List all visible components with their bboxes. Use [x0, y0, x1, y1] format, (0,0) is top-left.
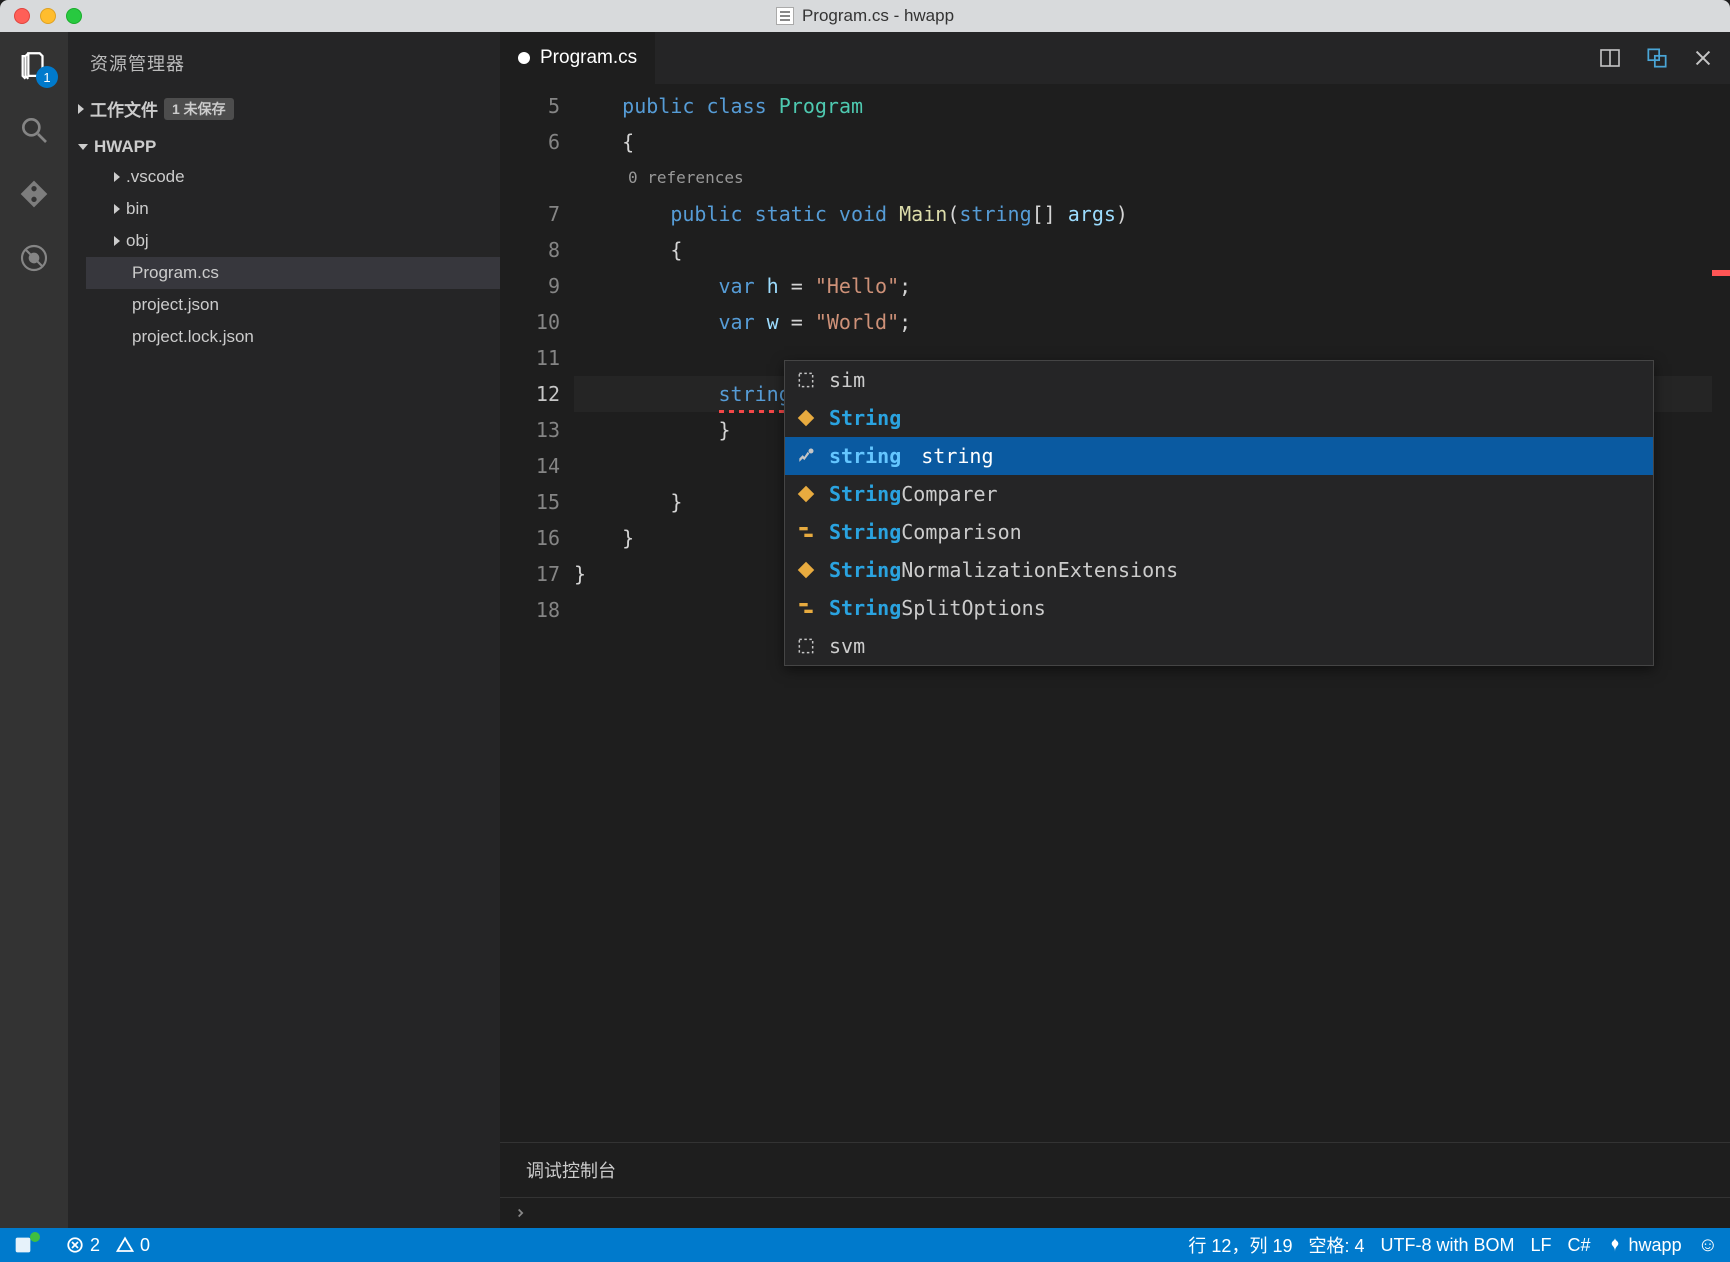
window-title: Program.cs - hwapp [802, 6, 954, 26]
suggest-item[interactable]: stringstring [785, 437, 1653, 475]
intellisense-suggest[interactable]: simStringstringstringStringComparerStrin… [784, 360, 1654, 666]
project-name: HWAPP [94, 137, 156, 157]
tab-bar: Program.cs [500, 32, 1730, 84]
dirty-indicator-icon [518, 52, 530, 64]
suggest-item[interactable]: StringComparer [785, 475, 1653, 513]
chevron-right-icon [114, 236, 120, 246]
suggest-item[interactable]: StringSplitOptions [785, 589, 1653, 627]
code-editor[interactable]: 5 6 7 8 9 10 11 12 13 14 15 16 17 18 pub… [500, 84, 1730, 1142]
enum-icon [795, 521, 817, 543]
suggest-item[interactable]: String [785, 399, 1653, 437]
sidebar: 资源管理器 工作文件 1 未保存 HWAPP .vscode bin obj P… [68, 32, 500, 1228]
line-number-gutter: 5 6 7 8 9 10 11 12 13 14 15 16 17 18 [500, 84, 574, 628]
tab-program-cs[interactable]: Program.cs [500, 32, 655, 84]
explorer-badge: 1 [36, 66, 58, 88]
suggest-item[interactable]: sim [785, 361, 1653, 399]
status-language[interactable]: C# [1568, 1235, 1591, 1256]
document-icon [776, 7, 794, 25]
codelens-references[interactable]: 0 references [574, 160, 744, 196]
working-files-badge: 1 未保存 [164, 98, 234, 120]
file-tree: .vscode bin obj Program.cs project.json … [68, 161, 500, 353]
project-header[interactable]: HWAPP [68, 133, 500, 161]
status-errors[interactable]: 2 [66, 1235, 100, 1256]
editor-group: Program.cs 5 6 7 8 9 [500, 32, 1730, 1228]
status-encoding[interactable]: UTF-8 with BOM [1380, 1235, 1514, 1256]
activity-debug[interactable] [16, 240, 52, 276]
activity-search[interactable] [16, 112, 52, 148]
title-bar: Program.cs - hwapp [0, 0, 1730, 32]
suggest-item[interactable]: StringNormalizationExtensions [785, 551, 1653, 589]
status-feedback-icon[interactable]: ☺ [1698, 1234, 1718, 1257]
working-files-header[interactable]: 工作文件 1 未保存 [68, 92, 500, 125]
folder-vscode[interactable]: .vscode [86, 161, 500, 193]
overview-ruler[interactable] [1712, 84, 1730, 1142]
enum-icon [795, 597, 817, 619]
status-project[interactable]: hwapp [1607, 1235, 1682, 1256]
debug-console-panel: 调试控制台 [500, 1142, 1730, 1228]
split-editor-icon[interactable] [1598, 46, 1622, 70]
folder-bin[interactable]: bin [86, 193, 500, 225]
file-project-lock-json[interactable]: project.lock.json [86, 321, 500, 353]
tab-title: Program.cs [540, 47, 637, 69]
status-warnings[interactable]: 0 [116, 1235, 150, 1256]
class-icon [795, 559, 817, 581]
status-eol[interactable]: LF [1531, 1235, 1552, 1256]
chevron-down-icon [78, 144, 88, 150]
chevron-right-icon [114, 172, 120, 182]
snippet-icon [795, 635, 817, 657]
status-bar: 2 0 行 12，列 19 空格: 4 UTF-8 with BOM LF C#… [0, 1228, 1730, 1262]
show-changes-icon[interactable] [1644, 45, 1670, 71]
suggest-item[interactable]: StringComparison [785, 513, 1653, 551]
status-omnisharp-icon[interactable] [12, 1234, 50, 1256]
working-files-label: 工作文件 [90, 96, 158, 121]
suggest-item[interactable]: svm [785, 627, 1653, 665]
chevron-right-icon [114, 204, 120, 214]
folder-obj[interactable]: obj [86, 225, 500, 257]
keyword-icon [795, 445, 817, 467]
class-icon [795, 407, 817, 429]
class-icon [795, 483, 817, 505]
close-editor-icon[interactable] [1692, 47, 1714, 69]
prompt-icon [514, 1206, 528, 1220]
snippet-icon [795, 369, 817, 391]
debug-console-input[interactable] [500, 1197, 1730, 1228]
activity-bar: 1 [0, 32, 68, 1228]
sidebar-title: 资源管理器 [68, 32, 500, 88]
file-program-cs[interactable]: Program.cs [86, 257, 500, 289]
activity-git[interactable] [16, 176, 52, 212]
status-line-col[interactable]: 行 12，列 19 [1188, 1232, 1292, 1258]
status-indent[interactable]: 空格: 4 [1308, 1232, 1364, 1258]
panel-title[interactable]: 调试控制台 [500, 1143, 1730, 1197]
chevron-right-icon [78, 104, 84, 114]
file-project-json[interactable]: project.json [86, 289, 500, 321]
activity-explorer[interactable]: 1 [16, 48, 52, 84]
